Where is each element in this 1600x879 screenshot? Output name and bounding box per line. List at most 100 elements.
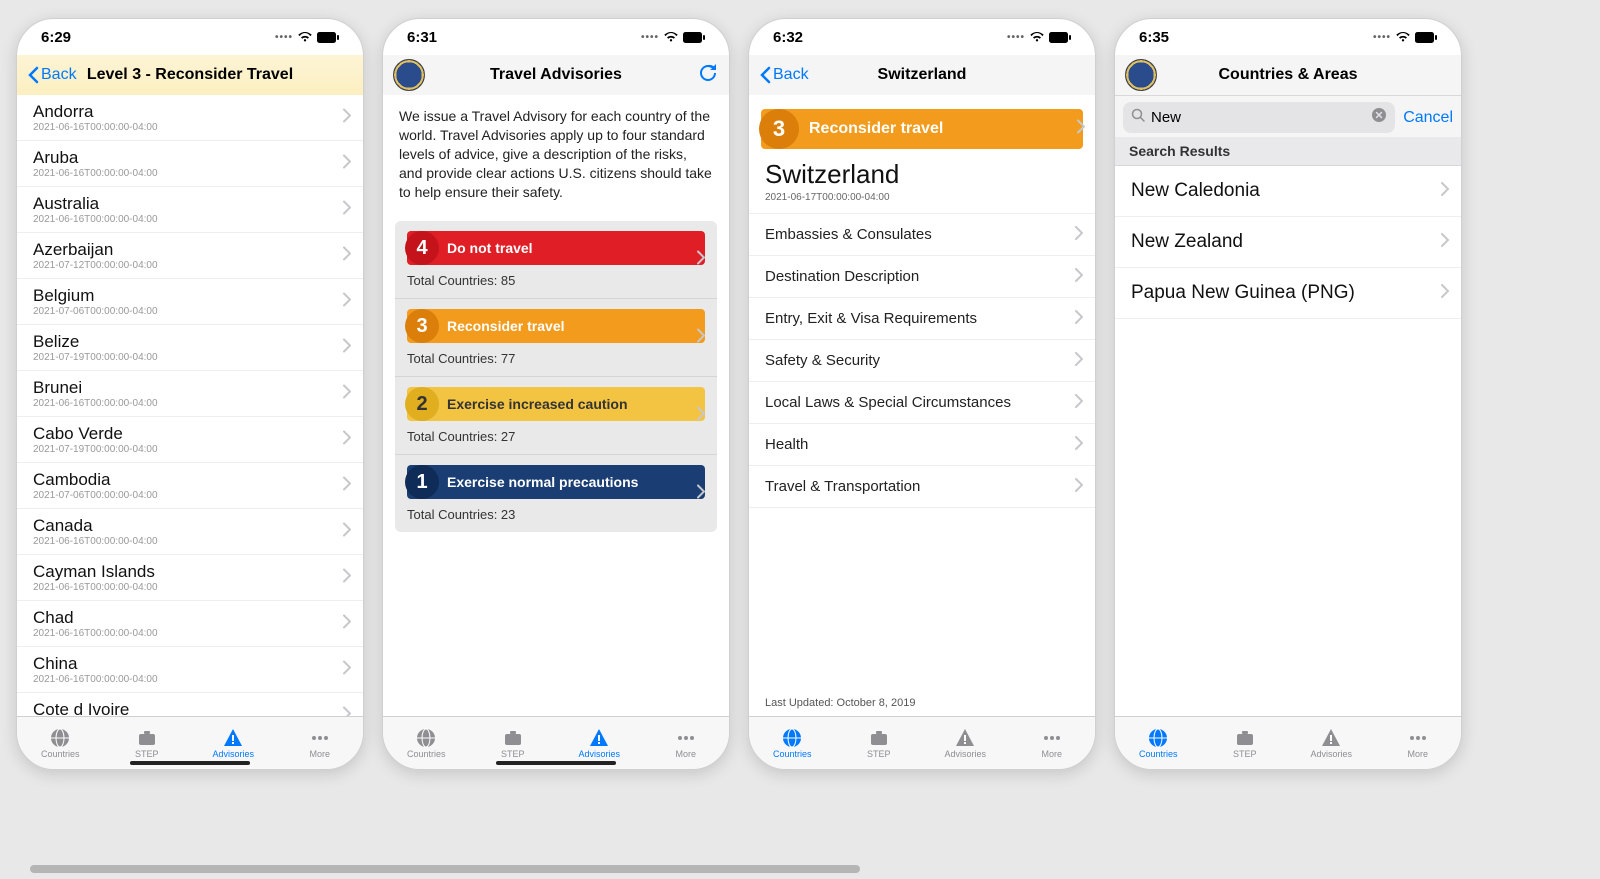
section-row[interactable]: Safety & Security — [749, 339, 1095, 381]
advisory-level-row[interactable]: 1 Exercise normal precautions Total Coun… — [395, 455, 717, 532]
level-count: Total Countries: 77 — [407, 351, 705, 366]
country-row[interactable]: Cabo Verde 2021-07-19T00:00:00-04:00 — [17, 417, 363, 463]
back-button[interactable]: Back — [27, 66, 77, 84]
chevron-right-icon — [343, 292, 351, 311]
advisory-level-row[interactable]: 4 Do not travel Total Countries: 85 — [395, 221, 717, 299]
tab-step[interactable]: STEP — [836, 717, 923, 769]
result-row[interactable]: Papua New Guinea (PNG) — [1115, 268, 1461, 319]
chevron-right-icon — [343, 338, 351, 357]
country-name: Brunei — [33, 378, 347, 398]
country-row[interactable]: Belgium 2021-07-06T00:00:00-04:00 — [17, 279, 363, 325]
section-row[interactable]: Health — [749, 423, 1095, 465]
tab-label: STEP — [135, 749, 159, 759]
nav-bar: Travel Advisories — [383, 55, 729, 96]
tab-advisories[interactable]: Advisories — [1288, 717, 1375, 769]
tab-countries[interactable]: Countries — [1115, 717, 1202, 769]
screen-advisories: 6:31 •••• Travel Advisories We issue a T… — [382, 18, 730, 770]
refresh-icon — [697, 62, 719, 84]
tab-countries[interactable]: Countries — [383, 717, 470, 769]
tab-advisories[interactable]: Advisories — [922, 717, 1009, 769]
home-indicator[interactable] — [496, 761, 616, 765]
country-row[interactable]: Cambodia 2021-07-06T00:00:00-04:00 — [17, 463, 363, 509]
last-updated: Last Updated: October 8, 2019 — [765, 697, 915, 709]
country-row[interactable]: Cayman Islands 2021-06-16T00:00:00-04:00 — [17, 555, 363, 601]
battery-icon — [683, 32, 705, 43]
status-icons: •••• — [641, 31, 705, 43]
tab-more[interactable]: More — [643, 717, 730, 769]
status-time: 6:35 — [1139, 29, 1169, 46]
section-row[interactable]: Local Laws & Special Circumstances — [749, 381, 1095, 423]
clear-search-button[interactable] — [1371, 107, 1387, 128]
chevron-right-icon — [343, 476, 351, 495]
country-row[interactable]: Aruba 2021-06-16T00:00:00-04:00 — [17, 141, 363, 187]
country-date: 2021-06-16T00:00:00-04:00 — [33, 628, 347, 639]
search-input[interactable] — [1149, 108, 1371, 127]
chevron-right-icon — [1075, 394, 1083, 412]
search-field[interactable] — [1123, 102, 1395, 133]
country-row[interactable]: Cote d Ivoire 2021-06-16T00:00:00-04:00 — [17, 693, 363, 717]
status-bar: 6:29 •••• — [17, 19, 363, 55]
country-list[interactable]: Andorra 2021-06-16T00:00:00-04:00 Aruba … — [17, 95, 363, 717]
tab-step[interactable]: STEP — [1202, 717, 1289, 769]
warning-icon — [1320, 727, 1342, 749]
chevron-right-icon — [1075, 310, 1083, 328]
battery-icon — [317, 32, 339, 43]
tab-label: STEP — [501, 749, 525, 759]
screen-level3: 6:29 •••• Back Level 3 - Reconsider Trav… — [16, 18, 364, 770]
section-row[interactable]: Embassies & Consulates — [749, 213, 1095, 255]
status-time: 6:31 — [407, 29, 437, 46]
country-name: Aruba — [33, 148, 347, 168]
back-button[interactable]: Back — [759, 66, 809, 84]
refresh-button[interactable] — [697, 62, 719, 89]
tab-more[interactable]: More — [277, 717, 364, 769]
tab-label: Advisories — [944, 749, 986, 759]
advisory-banner[interactable]: 3 Reconsider travel — [761, 109, 1083, 149]
chevron-right-icon — [343, 154, 351, 173]
tab-more[interactable]: More — [1375, 717, 1462, 769]
country-row[interactable]: Canada 2021-06-16T00:00:00-04:00 — [17, 509, 363, 555]
chevron-right-icon — [1075, 268, 1083, 286]
wifi-icon — [297, 31, 313, 43]
country-row[interactable]: Chad 2021-06-16T00:00:00-04:00 — [17, 601, 363, 647]
country-name: Azerbaijan — [33, 240, 347, 260]
result-row[interactable]: New Zealand — [1115, 217, 1461, 268]
chevron-right-icon — [343, 108, 351, 127]
country-detail-body: 3 Reconsider travel Switzerland 2021-06-… — [749, 95, 1095, 717]
level-label: Do not travel — [447, 240, 533, 256]
result-row[interactable]: New Caledonia — [1115, 166, 1461, 217]
level-label: Exercise normal precautions — [447, 474, 638, 490]
tab-countries[interactable]: Countries — [749, 717, 836, 769]
state-dept-seal-icon — [1125, 59, 1157, 91]
result-label: New Zealand — [1131, 231, 1243, 252]
country-date: 2021-06-16T00:00:00-04:00 — [33, 536, 347, 547]
country-row[interactable]: Brunei 2021-06-16T00:00:00-04:00 — [17, 371, 363, 417]
country-name: Belgium — [33, 286, 347, 306]
cancel-button[interactable]: Cancel — [1403, 109, 1453, 127]
tab-label: Advisories — [1310, 749, 1352, 759]
country-name: Cambodia — [33, 470, 347, 490]
country-row[interactable]: Australia 2021-06-16T00:00:00-04:00 — [17, 187, 363, 233]
section-row[interactable]: Entry, Exit & Visa Requirements — [749, 297, 1095, 339]
country-row[interactable]: Azerbaijan 2021-07-12T00:00:00-04:00 — [17, 233, 363, 279]
page-title: Countries & Areas — [1115, 66, 1461, 84]
country-date: 2021-06-16T00:00:00-04:00 — [33, 398, 347, 409]
advisory-level-row[interactable]: 2 Exercise increased caution Total Count… — [395, 377, 717, 455]
clear-icon — [1371, 107, 1387, 123]
advisory-level-row[interactable]: 3 Reconsider travel Total Countries: 77 — [395, 299, 717, 377]
tab-label: Countries — [1139, 749, 1178, 759]
section-row[interactable]: Destination Description — [749, 255, 1095, 297]
country-name: Chad — [33, 608, 347, 628]
country-date: 2021-07-19T00:00:00-04:00 — [33, 444, 347, 455]
tab-countries[interactable]: Countries — [17, 717, 104, 769]
country-row[interactable]: Andorra 2021-06-16T00:00:00-04:00 — [17, 95, 363, 141]
section-row[interactable]: Travel & Transportation — [749, 465, 1095, 508]
country-row[interactable]: Belize 2021-07-19T00:00:00-04:00 — [17, 325, 363, 371]
horizontal-scrollbar[interactable] — [30, 865, 860, 873]
tab-label: Countries — [773, 749, 812, 759]
country-date: 2021-07-06T00:00:00-04:00 — [33, 490, 347, 501]
battery-icon — [1415, 32, 1437, 43]
home-indicator[interactable] — [130, 761, 250, 765]
country-row[interactable]: China 2021-06-16T00:00:00-04:00 — [17, 647, 363, 693]
tab-more[interactable]: More — [1009, 717, 1096, 769]
briefcase-icon — [136, 727, 158, 749]
